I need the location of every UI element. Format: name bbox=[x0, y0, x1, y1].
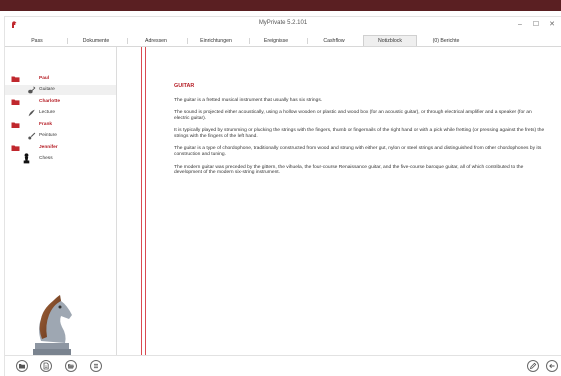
note-content[interactable]: GUITAR The guitar is a fretted musical i… bbox=[174, 83, 546, 183]
list-button[interactable] bbox=[90, 360, 102, 372]
guitar-icon bbox=[28, 86, 36, 94]
back-icon bbox=[549, 363, 555, 369]
maximize-button[interactable]: ☐ bbox=[529, 19, 543, 30]
tree-item-charlotte[interactable]: Charlotte bbox=[5, 97, 116, 107]
note-paragraph: The guitar is a fretted musical instrume… bbox=[174, 98, 323, 103]
page: MyPrivate 5.2.101 – ☐ ✕ Pass Dokumente A… bbox=[0, 0, 561, 376]
open-folder-button[interactable] bbox=[65, 360, 77, 372]
paint-brush-icon bbox=[28, 132, 36, 140]
top-strip bbox=[0, 0, 561, 11]
folder-icon bbox=[19, 364, 25, 369]
list-icon bbox=[94, 363, 98, 369]
tab-separator bbox=[187, 38, 188, 44]
note-title: GUITAR bbox=[174, 83, 195, 89]
tree-item-frank[interactable]: Frank bbox=[5, 120, 116, 130]
close-button[interactable]: ✕ bbox=[545, 19, 559, 30]
tree-item-label: Frank bbox=[39, 122, 53, 127]
tree-item-chess[interactable]: Chess bbox=[5, 153, 116, 164]
tree-item-label: Peinture bbox=[39, 133, 57, 138]
tree-item-paul[interactable]: Paul bbox=[5, 74, 116, 84]
tab-separator bbox=[67, 38, 68, 44]
tree-item-label: Charlotte bbox=[39, 99, 61, 104]
tab-notizblock[interactable]: Notizblock bbox=[363, 35, 417, 46]
app-window: MyPrivate 5.2.101 – ☐ ✕ Pass Dokumente A… bbox=[5, 17, 561, 376]
tab-einrichtungen[interactable]: Einrichtungen bbox=[193, 36, 239, 46]
title-bar: MyPrivate 5.2.101 – ☐ ✕ bbox=[5, 17, 561, 33]
tree-item-label: Lecture bbox=[39, 110, 55, 115]
folder-icon bbox=[11, 99, 20, 105]
notes-tree: Paul Guitare Charlotte Lecture Frank Pei… bbox=[5, 47, 117, 355]
minimize-button[interactable]: – bbox=[513, 19, 527, 30]
document-icon bbox=[43, 362, 49, 370]
edit-icon bbox=[529, 362, 537, 370]
tab-cashflow[interactable]: Cashflow bbox=[313, 36, 355, 46]
tree-item-guitare[interactable]: Guitare bbox=[5, 85, 116, 95]
note-paragraph: The modern guitar was preceded by the gi… bbox=[174, 164, 524, 176]
note-paragraph: The sound is projected either acoustical… bbox=[174, 110, 532, 122]
folder-icon bbox=[11, 76, 20, 82]
tree-item-peinture[interactable]: Peinture bbox=[5, 131, 116, 141]
tab-separator bbox=[307, 38, 308, 44]
tab-dokumente[interactable]: Dokumente bbox=[75, 36, 117, 46]
folder-open-icon bbox=[68, 364, 75, 369]
tab-adressen[interactable]: Adressen bbox=[135, 36, 177, 46]
chess-pawn-icon bbox=[23, 153, 30, 164]
new-note-button[interactable] bbox=[40, 360, 52, 372]
tree-item-label: Guitare bbox=[39, 87, 55, 92]
tab-pass[interactable]: Pass bbox=[17, 36, 57, 46]
tab-berichte[interactable]: (0) Berichte bbox=[421, 36, 471, 46]
back-button[interactable] bbox=[546, 360, 558, 372]
margin-line bbox=[145, 47, 146, 355]
tab-ereignisse[interactable]: Ereignisse bbox=[255, 36, 297, 46]
chess-knight-logo bbox=[33, 295, 72, 355]
tree-item-lecture[interactable]: Lecture bbox=[5, 108, 116, 118]
note-paragraph: It is typically played by strumming or p… bbox=[174, 128, 545, 140]
tree-item-jennifer[interactable]: Jennifer bbox=[5, 143, 116, 153]
new-folder-button[interactable] bbox=[16, 360, 28, 372]
margin-line bbox=[141, 47, 142, 355]
window-title: MyPrivate 5.2.101 bbox=[258, 20, 308, 26]
tab-bar: Pass Dokumente Adressen Einrichtungen Er… bbox=[5, 35, 561, 47]
tab-separator bbox=[127, 38, 128, 44]
tree-item-label: Chess bbox=[39, 156, 53, 161]
edit-button[interactable] bbox=[527, 360, 539, 372]
tab-separator bbox=[249, 38, 250, 44]
notepad-area[interactable]: GUITAR The guitar is a fretted musical i… bbox=[117, 47, 561, 355]
tree-item-label: Jennifer bbox=[39, 145, 58, 150]
tree-item-label: Paul bbox=[39, 76, 50, 81]
note-paragraph: The guitar is a type of chordophone, tra… bbox=[174, 146, 542, 158]
quill-icon bbox=[28, 109, 35, 117]
bottom-toolbar bbox=[5, 355, 561, 376]
folder-icon bbox=[11, 122, 20, 128]
folder-icon bbox=[11, 145, 20, 151]
